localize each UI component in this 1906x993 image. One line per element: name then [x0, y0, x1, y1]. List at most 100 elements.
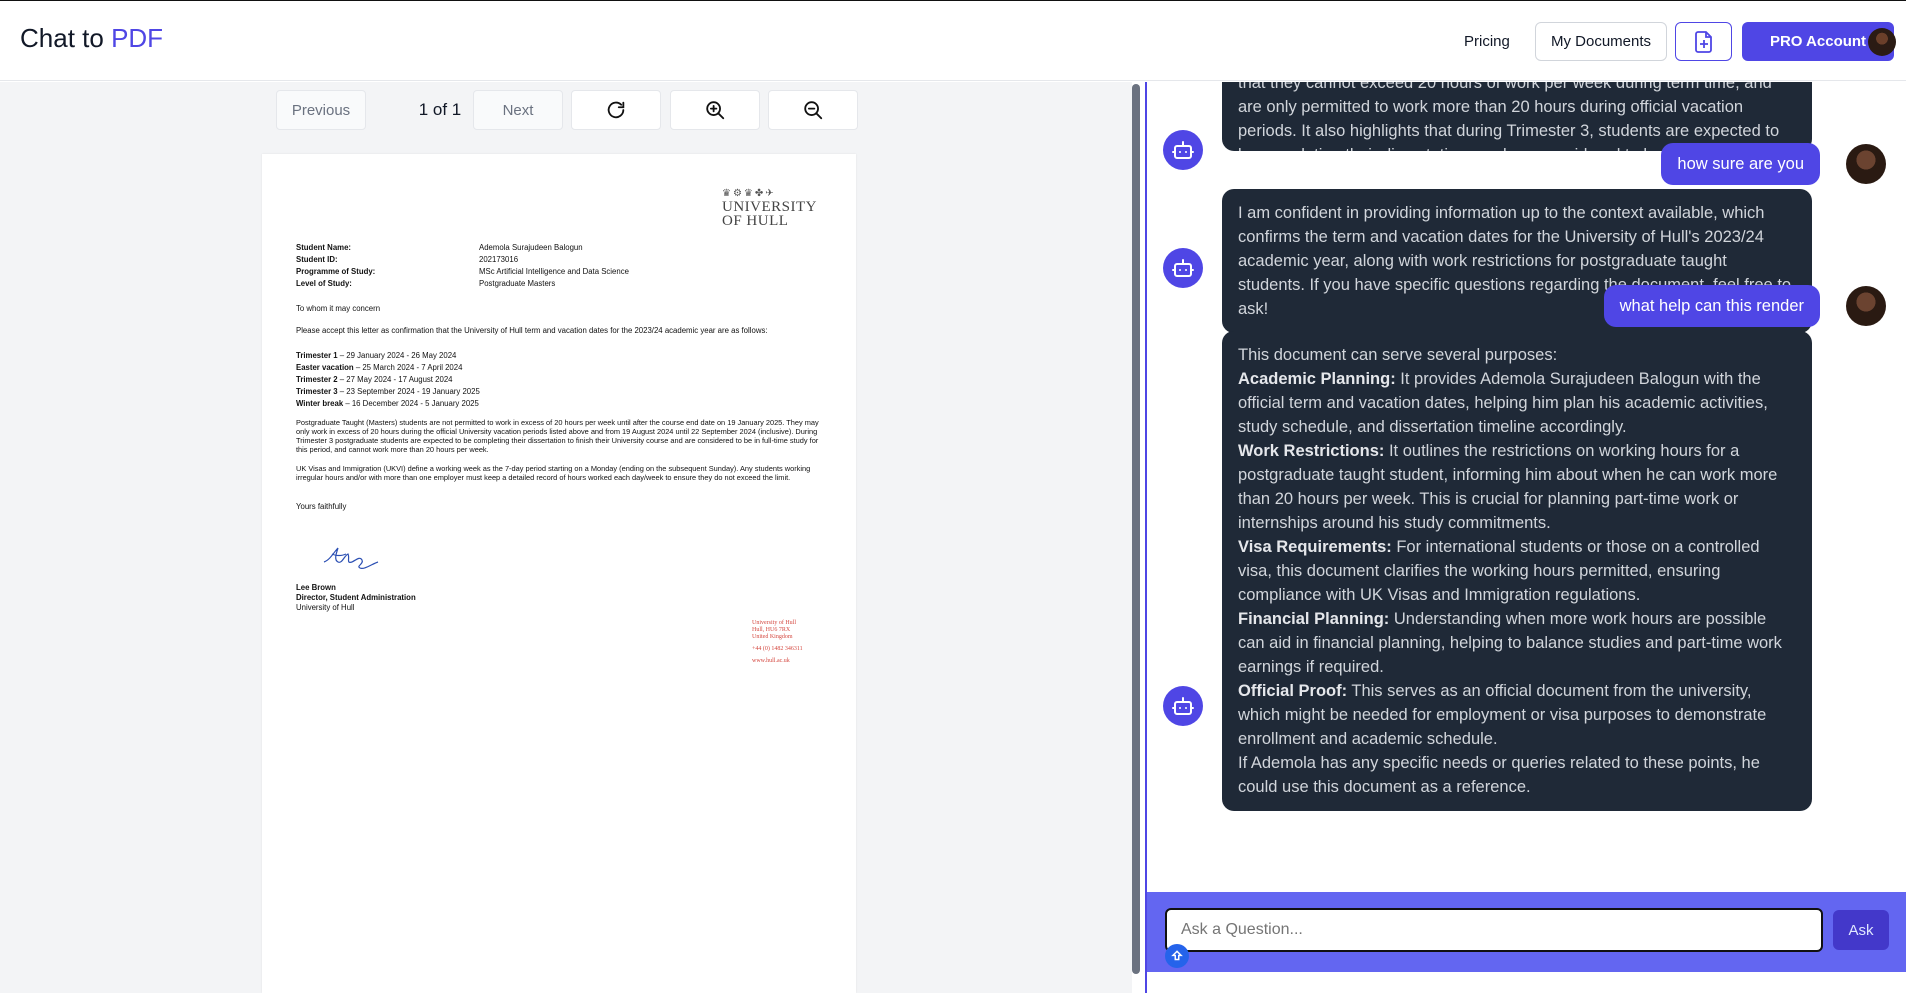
chat-input-bar: Ask: [1147, 892, 1906, 972]
zoom-out-icon: [804, 101, 823, 120]
field-row: Student ID: 202173016: [296, 254, 629, 266]
signer-title: Director, Student Administration: [296, 593, 416, 602]
signer-name: Lee Brown: [296, 583, 336, 592]
date-row: Easter vacation – 25 March 2024 - 7 Apri…: [296, 362, 480, 374]
address-line: United Kingdom: [752, 634, 793, 640]
field-row: Student Name: Ademola Surajudeen Balogun: [296, 242, 629, 254]
upload-document-button[interactable]: [1675, 22, 1732, 61]
previous-page-button[interactable]: Previous: [276, 90, 366, 130]
ukvi-paragraph: UK Visas and Immigration (UKVI) define a…: [296, 464, 811, 482]
user-avatar-chat: [1846, 144, 1886, 184]
field-value: Ademola Surajudeen Balogun: [479, 243, 583, 252]
ask-button[interactable]: Ask: [1833, 910, 1889, 950]
zoom-in-button[interactable]: [670, 90, 760, 130]
signer-org: University of Hull: [296, 603, 355, 612]
university-logo: UNIVERSITY OF HULL: [722, 199, 817, 229]
purpose-title: Financial Planning:: [1238, 610, 1390, 628]
file-upload-icon: [1694, 30, 1712, 53]
university-crest: ♛⚙♛✤✈: [722, 188, 776, 199]
app-header: Chat to PDF Pricing My Documents PRO Acc…: [0, 0, 1906, 81]
robot-icon: [1172, 141, 1194, 159]
user-avatar[interactable]: [1868, 28, 1896, 56]
term-range: – 16 December 2024 - 5 January 2025: [345, 399, 479, 408]
term-name: Trimester 3: [296, 387, 338, 396]
user-avatar-chat: [1846, 286, 1886, 326]
zoom-in-icon: [706, 101, 725, 120]
logo-line-2: OF HULL: [722, 213, 789, 229]
chat-panel: that they cannot exceed 20 hours of work…: [1145, 82, 1906, 993]
term-name: Trimester 1: [296, 351, 338, 360]
term-dates: Trimester 1 – 29 January 2024 - 26 May 2…: [296, 350, 480, 410]
purpose-item: Official Proof: This serves as an offici…: [1238, 679, 1796, 751]
purposes-outro: If Ademola has any specific needs or que…: [1238, 754, 1760, 796]
purpose-title: Visa Requirements:: [1238, 538, 1392, 556]
bot-avatar: [1163, 130, 1203, 170]
bot-avatar: [1163, 248, 1203, 288]
zoom-out-button[interactable]: [768, 90, 858, 130]
address-web: www.hull.ac.uk: [752, 658, 790, 664]
field-row: Level of Study: Postgraduate Masters: [296, 278, 629, 290]
university-address: University of Hull Hull, HU6 7RX United …: [752, 620, 803, 665]
purpose-title: Academic Planning:: [1238, 370, 1396, 388]
date-row: Trimester 3 – 23 September 2024 - 19 Jan…: [296, 386, 480, 398]
robot-icon: [1172, 697, 1194, 715]
field-label: Level of Study:: [296, 279, 352, 288]
user-message: how sure are you: [1661, 143, 1820, 185]
date-row: Winter break – 16 December 2024 - 5 Janu…: [296, 398, 480, 410]
field-value: Postgraduate Masters: [479, 279, 556, 288]
signature-image: [323, 547, 379, 569]
brand-prefix: Chat to: [20, 23, 104, 53]
salutation: To whom it may concern: [296, 304, 381, 313]
brand-accent: PDF: [111, 23, 164, 53]
upload-fab-button[interactable]: [1165, 944, 1189, 968]
term-name: Trimester 2: [296, 375, 338, 384]
address-line: University of Hull: [752, 620, 796, 626]
bot-message: that they cannot exceed 20 hours of work…: [1222, 82, 1812, 151]
field-label: Student Name:: [296, 243, 352, 252]
pricing-link[interactable]: Pricing: [1464, 33, 1510, 50]
work-policy-paragraph: Postgraduate Taught (Masters) students a…: [296, 418, 819, 454]
field-label: Student ID:: [296, 255, 338, 264]
next-page-button[interactable]: Next: [473, 90, 563, 130]
bot-message-purposes: This document can serve several purposes…: [1222, 331, 1812, 811]
purposes-intro: This document can serve several purposes…: [1238, 346, 1558, 364]
student-fields: Student Name: Ademola Surajudeen Balogun …: [296, 242, 629, 290]
purpose-title: Official Proof:: [1238, 682, 1348, 700]
upload-icon: [1171, 950, 1183, 961]
closing: Yours faithfully: [296, 502, 347, 511]
signoff-block: Lee Brown Director, Student Administrati…: [296, 583, 416, 613]
brand-logo[interactable]: Chat to PDF: [20, 23, 163, 54]
purpose-item: Visa Requirements: For international stu…: [1238, 535, 1796, 607]
field-value: 202173016: [479, 255, 519, 264]
my-documents-button[interactable]: My Documents: [1535, 22, 1667, 61]
field-value: MSc Artificial Intelligence and Data Sci…: [479, 267, 629, 276]
term-range: – 25 March 2024 - 7 April 2024: [355, 363, 463, 372]
logo-line-1: UNIVERSITY: [722, 199, 817, 215]
term-range: – 23 September 2024 - 19 January 2025: [339, 387, 480, 396]
purpose-item: Work Restrictions: It outlines the restr…: [1238, 439, 1796, 535]
term-name: Winter break: [296, 399, 344, 408]
field-label: Programme of Study:: [296, 267, 376, 276]
robot-icon: [1172, 259, 1194, 277]
pdf-page: ♛⚙♛✤✈ UNIVERSITY OF HULL Student Name: Ad…: [262, 154, 856, 993]
term-name: Easter vacation: [296, 363, 354, 372]
intro-paragraph: Please accept this letter as confirmatio…: [296, 326, 768, 335]
term-range: – 27 May 2024 - 17 August 2024: [339, 375, 453, 384]
pdf-scrollbar[interactable]: [1132, 82, 1140, 993]
purpose-item: Academic Planning: It provides Ademola S…: [1238, 367, 1796, 439]
ask-question-input[interactable]: [1165, 908, 1823, 952]
rotate-button[interactable]: [571, 90, 661, 130]
purpose-item: Financial Planning: Understanding when m…: [1238, 607, 1796, 679]
purpose-title: Work Restrictions:: [1238, 442, 1385, 460]
scrollbar-thumb[interactable]: [1132, 84, 1140, 974]
term-range: – 29 January 2024 - 26 May 2024: [339, 351, 457, 360]
refresh-icon: [607, 101, 625, 119]
bot-avatar: [1163, 686, 1203, 726]
date-row: Trimester 2 – 27 May 2024 - 17 August 20…: [296, 374, 480, 386]
page-indicator: 1 of 1: [418, 100, 462, 119]
pdf-viewer: Previous 1 of 1 Next ♛⚙♛✤✈ UNIVERSITY OF…: [0, 82, 1135, 993]
date-row: Trimester 1 – 29 January 2024 - 26 May 2…: [296, 350, 480, 362]
address-line: Hull, HU6 7RX: [752, 627, 791, 633]
user-message: what help can this render: [1603, 285, 1820, 327]
field-row: Programme of Study: MSc Artificial Intell…: [296, 266, 629, 278]
